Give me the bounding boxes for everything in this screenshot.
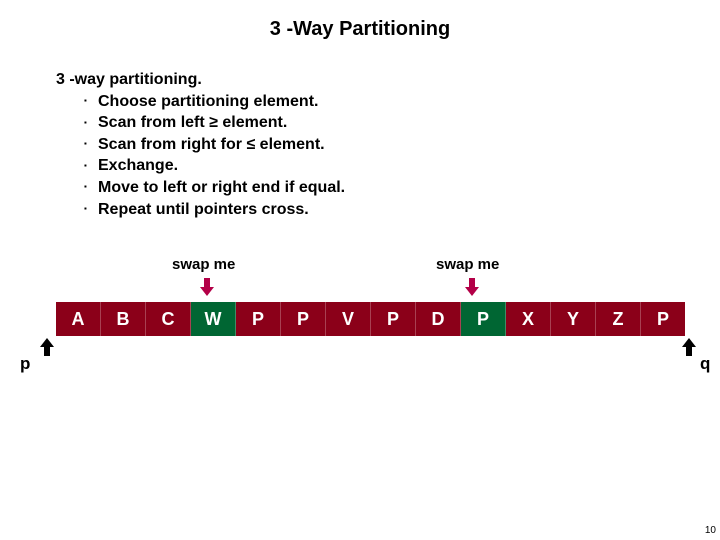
array-cell: P <box>281 302 326 336</box>
array-cell: Z <box>596 302 641 336</box>
page-title: 3 -Way Partitioning <box>0 0 720 41</box>
array-cell: P <box>641 302 685 336</box>
bullet-item: Scan from right for ≤ element. <box>84 134 720 156</box>
bullet-item: Repeat until pointers cross. <box>84 199 720 221</box>
bullet-item: Scan from left ≥ element. <box>84 112 720 134</box>
pointer-p-label: p <box>20 354 30 374</box>
array-cell: W <box>191 302 236 336</box>
pointer-q-label: q <box>700 354 710 374</box>
array-cell: A <box>56 302 101 336</box>
array-cell: V <box>326 302 371 336</box>
array-cell: Y <box>551 302 596 336</box>
content-block: 3 -way partitioning. Choose partitioning… <box>56 69 720 220</box>
page-number: 10 <box>705 525 716 536</box>
heading: 3 -way partitioning. <box>56 69 720 91</box>
bullet-item: Exchange. <box>84 155 720 177</box>
array-cell: P <box>371 302 416 336</box>
array-cell: P <box>236 302 281 336</box>
array-cell: B <box>101 302 146 336</box>
swap-labels: swap me swap me <box>0 256 720 302</box>
arrow-down-icon <box>465 278 479 296</box>
swap-right-label: swap me <box>436 256 499 273</box>
array-cell: C <box>146 302 191 336</box>
pointer-row: p q <box>0 336 720 378</box>
arrow-down-icon <box>200 278 214 296</box>
swap-left-label: swap me <box>172 256 235 273</box>
bullet-list: Choose partitioning element. Scan from l… <box>56 91 720 221</box>
array-row: A B C W P P V P D P X Y Z P <box>56 302 720 336</box>
array-cell: X <box>506 302 551 336</box>
bullet-item: Choose partitioning element. <box>84 91 720 113</box>
arrow-up-icon <box>40 338 54 356</box>
bullet-item: Move to left or right end if equal. <box>84 177 720 199</box>
arrow-up-icon <box>682 338 696 356</box>
array-cell: P <box>461 302 506 336</box>
array-cell: D <box>416 302 461 336</box>
